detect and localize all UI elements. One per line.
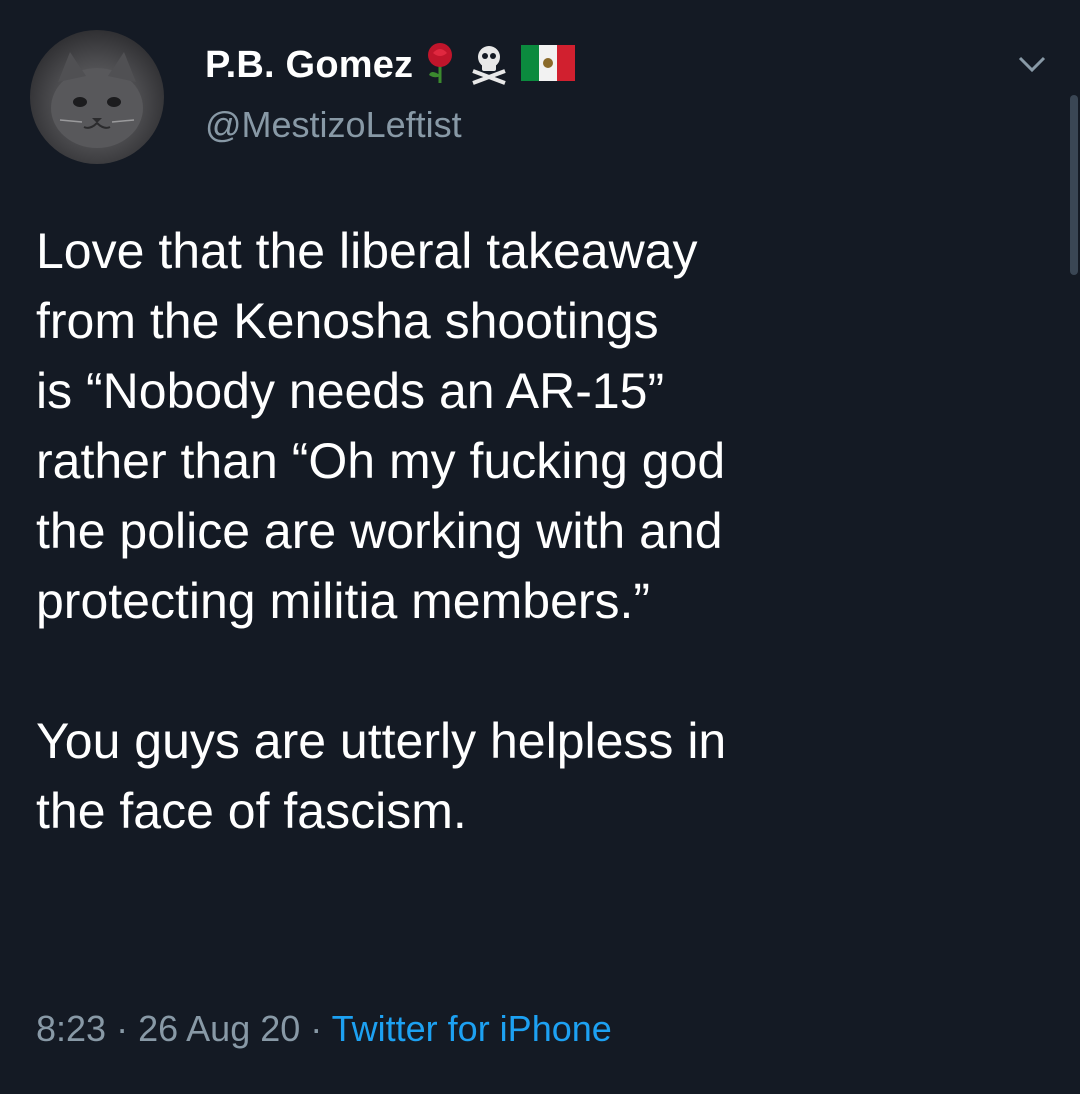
display-name[interactable]: P.B. Gomez (205, 44, 413, 87)
handle[interactable]: @MestizoLeftist (205, 104, 462, 146)
meta-separator: · (310, 1008, 323, 1049)
chevron-down-icon[interactable] (1016, 52, 1048, 76)
tweet-text: Love that the liberal takeaway from the … (36, 223, 727, 839)
name-row: P.B. Gomez (205, 40, 576, 90)
scrollbar[interactable] (1070, 95, 1078, 275)
skull-crossbones-icon (467, 41, 511, 90)
tweet-card: P.B. Gomez @MestizoLeftist Love that the… (0, 0, 1080, 1094)
tweet-date[interactable]: 26 Aug 20 (138, 1008, 300, 1049)
tweet-source-link[interactable]: Twitter for iPhone (332, 1008, 612, 1049)
tweet-meta: 8:23 · 26 Aug 20 · Twitter for iPhone (36, 1008, 612, 1050)
cat-avatar-icon (51, 52, 143, 148)
avatar[interactable] (30, 30, 164, 164)
mexico-flag-icon (521, 43, 576, 88)
rose-icon (423, 41, 457, 90)
meta-separator: · (116, 1008, 129, 1049)
tweet-time[interactable]: 8:23 (36, 1008, 106, 1049)
